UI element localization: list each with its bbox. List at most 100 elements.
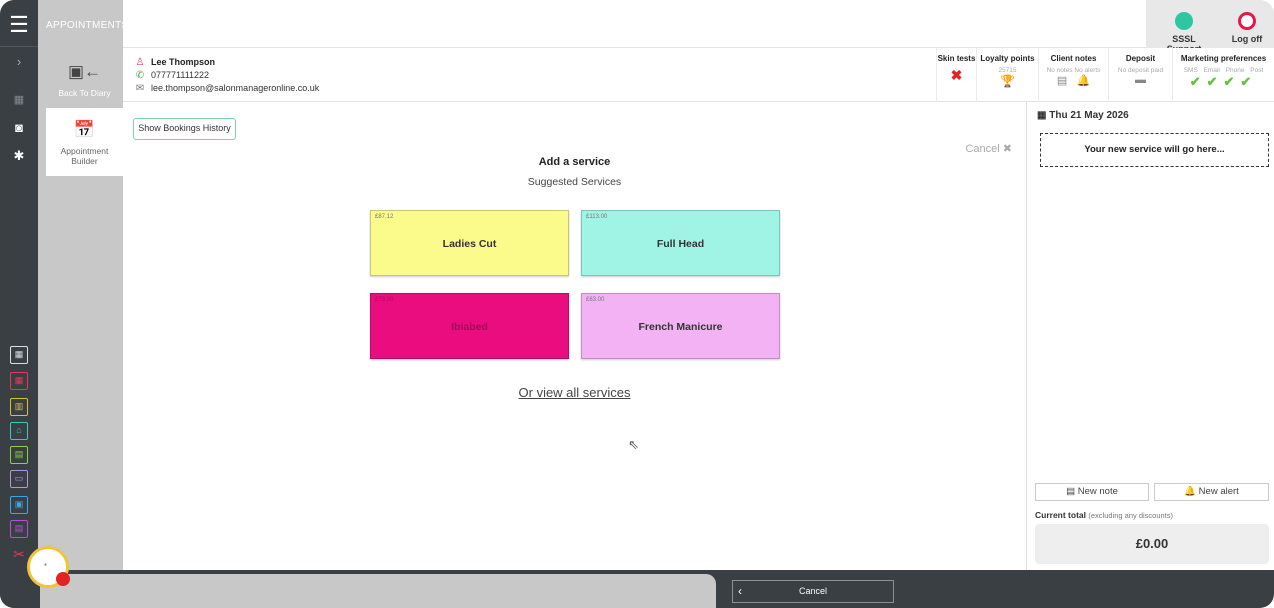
total-title: Current total: [1035, 510, 1086, 520]
client-phone[interactable]: 077771111222: [151, 69, 209, 82]
loyalty-column[interactable]: Loyalty points 25715 🏆: [976, 48, 1038, 102]
left-rail: ☰ › ▦ ◙ ✱ ▦ ▦ ▥ ⌂ ▤ ▭ ▣ ▤ ✂: [0, 0, 38, 608]
client-email[interactable]: lee.thompson@salonmanageronline.co.uk: [151, 82, 319, 95]
trophy-icon: 🏆: [1000, 74, 1015, 88]
client-bar: ♙ Lee Thompson ✆ 077771111222 ✉ lee.thompso…: [123, 48, 1274, 102]
calendar-small-icon: ▦: [1037, 110, 1047, 121]
section-title: APPOINTMENTS: [38, 0, 128, 48]
service-price: £63.00: [586, 297, 605, 303]
diary-back-icon: ▣←: [67, 62, 102, 81]
avatar[interactable]: ●: [27, 546, 70, 588]
appointment-builder-tab[interactable]: 📅 Appointment Builder: [46, 108, 123, 176]
back-to-diary-label: Back To Diary: [58, 88, 111, 98]
view-all-services-link[interactable]: Or view all services: [123, 385, 1026, 400]
contact-card-icon[interactable]: ◙: [9, 118, 29, 138]
appointment-date: ▦ Thu 21 May 2026: [1037, 110, 1129, 121]
back-to-diary-tab[interactable]: ▣← Back To Diary: [46, 48, 123, 102]
card-icon: ▬: [1135, 74, 1146, 86]
grid-module-icon[interactable]: ▥: [10, 398, 28, 416]
chevron-left-icon: ‹: [738, 584, 742, 598]
marketing-header: Marketing preferences: [1180, 54, 1267, 63]
avatar-initials: ●: [44, 562, 48, 568]
email-check-icon: ✔: [1206, 74, 1224, 89]
support-user-icon: [1175, 12, 1193, 30]
service-card-ibiabed[interactable]: £73.00 Ibiabed: [370, 293, 569, 359]
builder-label-2: Builder: [71, 156, 98, 166]
client-notes-column[interactable]: Client notes No notes No alerts ▤ 🔔: [1038, 48, 1108, 102]
client-name[interactable]: Lee Thompson: [151, 56, 215, 69]
scissors-icon[interactable]: ✂: [9, 544, 29, 564]
new-alert-button[interactable]: 🔔 New alert: [1154, 483, 1269, 501]
main-area: Show Bookings History Cancel ✖ Add a ser…: [123, 102, 1026, 570]
mouse-cursor-icon: ⇖: [628, 437, 639, 452]
chevron-right-icon[interactable]: ›: [9, 52, 29, 72]
marketing-column[interactable]: Marketing preferences SMS Email Phone Po…: [1172, 48, 1274, 102]
message-module-icon[interactable]: ▭: [10, 470, 28, 488]
builder-label-1: Appointment: [60, 146, 109, 156]
deposit-header: Deposit: [1125, 54, 1156, 63]
report-module-icon[interactable]: ▤: [10, 446, 28, 464]
bottom-cancel-label: Cancel: [798, 586, 827, 596]
bell-icon: 🔔: [1076, 75, 1091, 87]
till-module-icon[interactable]: ▣: [10, 496, 28, 514]
total-note: (excluding any discounts): [1088, 511, 1174, 520]
gear-icon[interactable]: ✱: [9, 146, 29, 166]
sms-check-icon: ✔: [1189, 74, 1207, 89]
no-notes-label: No notes: [1046, 67, 1073, 74]
suggested-services-heading: Suggested Services: [527, 176, 622, 188]
new-note-button[interactable]: ▤ New note: [1035, 483, 1149, 501]
date-label: Thu 21 May 2026: [1049, 110, 1129, 121]
skin-tests-column[interactable]: Skin tests ✖: [936, 48, 976, 102]
bottom-cancel-button[interactable]: ‹ Cancel: [732, 580, 894, 603]
bottom-bar: [0, 570, 1274, 608]
diary-module-icon[interactable]: ▦: [10, 346, 28, 364]
cross-icon: ✖: [950, 67, 963, 83]
service-price: £113.00: [586, 214, 608, 220]
add-service-heading: Add a service: [538, 156, 611, 168]
new-alert-label: New alert: [1198, 486, 1239, 497]
hamburger-menu-icon[interactable]: ☰: [0, 10, 38, 42]
service-price: £73.00: [375, 297, 394, 303]
phone-pref-label: Phone: [1225, 67, 1245, 74]
deposit-column[interactable]: Deposit No deposit paid ▬: [1108, 48, 1172, 102]
phone-icon: ✆: [135, 70, 145, 81]
post-label: Post: [1250, 67, 1264, 74]
client-notes-header: Client notes: [1050, 54, 1097, 63]
logoff-label: Log off: [1231, 34, 1263, 44]
post-check-icon: ✔: [1240, 74, 1258, 89]
logoff-button[interactable]: Log off: [1226, 12, 1268, 44]
email-pref-label: Email: [1203, 67, 1220, 74]
skin-tests-header: Skin tests: [937, 54, 976, 63]
notification-dot: [56, 572, 70, 586]
calendar-check-icon: 📅: [73, 120, 96, 139]
no-alerts-label: No alerts: [1074, 67, 1101, 74]
note-icon: ▤: [1066, 486, 1076, 497]
basket-module-icon[interactable]: ⌂: [10, 422, 28, 440]
note-card-icon: ▤: [1056, 75, 1068, 87]
email-icon: ✉: [135, 83, 145, 94]
calendar-red-module-icon[interactable]: ▦: [10, 372, 28, 390]
no-deposit-label: No deposit paid: [1117, 67, 1164, 74]
phone-check-icon: ✔: [1223, 74, 1241, 89]
service-card-ladies-cut[interactable]: £87.12 Ladies Cut: [370, 210, 569, 276]
service-name: French Manicure: [638, 321, 723, 333]
rail-divider: [0, 46, 38, 47]
show-bookings-history-button[interactable]: Show Bookings History: [133, 118, 236, 140]
side-panel: APPOINTMENTS ▣← Back To Diary 📅 Appointm…: [38, 0, 128, 570]
service-card-full-head[interactable]: £113.00 Full Head: [581, 210, 780, 276]
top-buttons: SSSL Support Log off: [1146, 0, 1274, 54]
service-card-french-manicure[interactable]: £63.00 French Manicure: [581, 293, 780, 359]
document-module-icon[interactable]: ▤: [10, 520, 28, 538]
power-icon: [1238, 12, 1256, 30]
loyalty-header: Loyalty points: [980, 54, 1035, 63]
service-name: Ibiabed: [451, 321, 488, 333]
new-service-placeholder: Your new service will go here...: [1040, 133, 1269, 167]
bell-icon: 🔔: [1184, 486, 1197, 497]
current-total-value: £0.00: [1035, 524, 1269, 564]
cancel-link[interactable]: Cancel ✖: [965, 142, 1012, 155]
client-columns: Skin tests ✖ Loyalty points 25715 🏆 Clie…: [936, 48, 1274, 102]
person-icon: ♙: [135, 57, 145, 68]
loyalty-value: 25715: [998, 67, 1017, 74]
service-price: £87.12: [375, 214, 394, 220]
calendar-icon[interactable]: ▦: [9, 90, 29, 110]
